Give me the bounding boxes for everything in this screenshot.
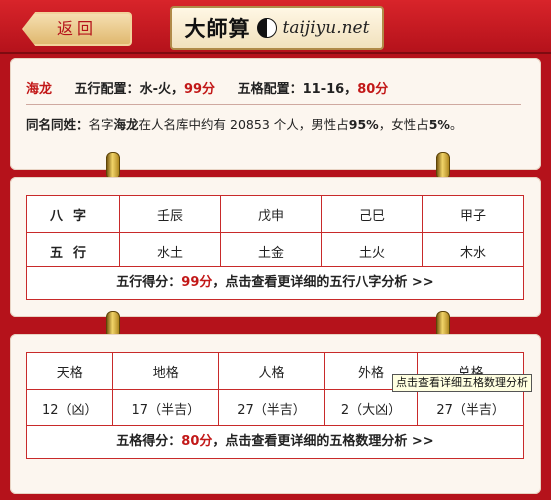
table-row: 12（凶） 17（半吉） 27（半吉） 2（大凶） 27（半吉）: [25, 389, 524, 427]
yinyang-icon: [256, 18, 277, 38]
table-row: 八字 壬辰 戊申 己巳 甲子: [26, 195, 524, 233]
wuge-value: 12（凶）: [25, 389, 114, 427]
wuxing-value: 水-火，: [139, 82, 184, 97]
wuxing-analysis-link[interactable]: 五行得分：99分，点击查看更详细的五行八字分析 >>: [26, 266, 524, 300]
back-button[interactable]: 返回: [22, 12, 132, 46]
bazi-cell: 己巳: [321, 195, 423, 233]
config-line: 海龙 五行配置：水-火，99分 五格配置：11-16，80分: [26, 78, 388, 97]
wuxing-score: 99分: [183, 82, 216, 97]
same-name-line: 同名同姓：名字海龙在人名库中约有 20853 个人，男性占95%，女性占5%。: [26, 114, 462, 133]
table-row: 五行 水土 土金 土火 木水: [26, 232, 524, 270]
tooltip: 点击查看详细五格数理分析: [392, 374, 532, 392]
link-text: ，点击查看更详细的五行八字分析 >>: [212, 275, 434, 290]
wuxing-cell: 水土: [119, 232, 221, 270]
bazi-row-header: 八字: [26, 195, 120, 233]
wuge-label: 五格配置：: [237, 82, 303, 97]
same-name-label: 同名同姓：: [26, 117, 89, 132]
wuge-value: 17（半吉）: [112, 389, 220, 427]
wuge-header: 人格: [218, 352, 325, 390]
wuxing-cell: 土金: [220, 232, 322, 270]
ring-icon: [436, 152, 450, 180]
same-name-name: 海龙: [113, 117, 139, 132]
bazi-cell: 壬辰: [119, 195, 221, 233]
female-percent: 5%: [428, 117, 450, 132]
same-name-pre: 名字: [88, 117, 114, 132]
wuge-value: 11-16，: [302, 82, 358, 97]
link-score: 80分: [181, 434, 213, 449]
line-end: 。: [449, 117, 463, 132]
wuxing-row-header: 五行: [26, 232, 120, 270]
bazi-cell: 甲子: [422, 195, 524, 233]
wuge-header: 地格: [112, 352, 220, 390]
ring-icon: [106, 152, 120, 180]
link-prefix: 五格得分：: [116, 434, 182, 449]
header-bar: 返回 大師算 taijiyu.net: [0, 0, 551, 54]
wuxing-label: 五行配置：: [74, 82, 140, 97]
bazi-card: 八字 壬辰 戊申 己巳 甲子 五行 水土 土金 土火 木水 五行得分：99分，点…: [10, 177, 541, 317]
same-name-post: 在人名库中约有 20853 个人，男性占: [138, 117, 349, 132]
wuge-value: 27（半吉）: [218, 389, 325, 427]
wuge-score: 80分: [357, 82, 389, 97]
wuxing-cell: 土火: [321, 232, 423, 270]
bazi-cell: 戊申: [220, 195, 322, 233]
wuge-analysis-link[interactable]: 五格得分：80分，点击查看更详细的五格数理分析 >>: [26, 425, 524, 459]
person-name: 海龙: [26, 82, 53, 97]
link-score: 99分: [181, 275, 213, 290]
logo-text: 大師算: [184, 16, 251, 41]
bazi-table: 八字 壬辰 戊申 己巳 甲子 五行 水土 土金 土火 木水: [26, 195, 524, 270]
wuge-header: 天格: [25, 352, 114, 390]
logo-url: taijiyu.net: [282, 18, 370, 38]
wuge-card: 天格 地格 人格 外格 总格 12（凶） 17（半吉） 27（半吉） 2（大凶）…: [10, 334, 541, 494]
male-percent: 95%: [348, 117, 379, 132]
link-prefix: 五行得分：: [116, 275, 182, 290]
female-pre: ，女性占: [378, 117, 429, 132]
divider: [26, 104, 521, 105]
wuge-value: 27（半吉）: [417, 389, 524, 427]
link-text: ，点击查看更详细的五格数理分析 >>: [212, 434, 434, 449]
summary-card: 海龙 五行配置：水-火，99分 五格配置：11-16，80分 同名同姓：名字海龙…: [10, 58, 541, 170]
wuxing-cell: 木水: [422, 232, 524, 270]
site-logo[interactable]: 大師算 taijiyu.net: [170, 6, 384, 50]
wuge-value: 2（大凶）: [323, 389, 419, 427]
